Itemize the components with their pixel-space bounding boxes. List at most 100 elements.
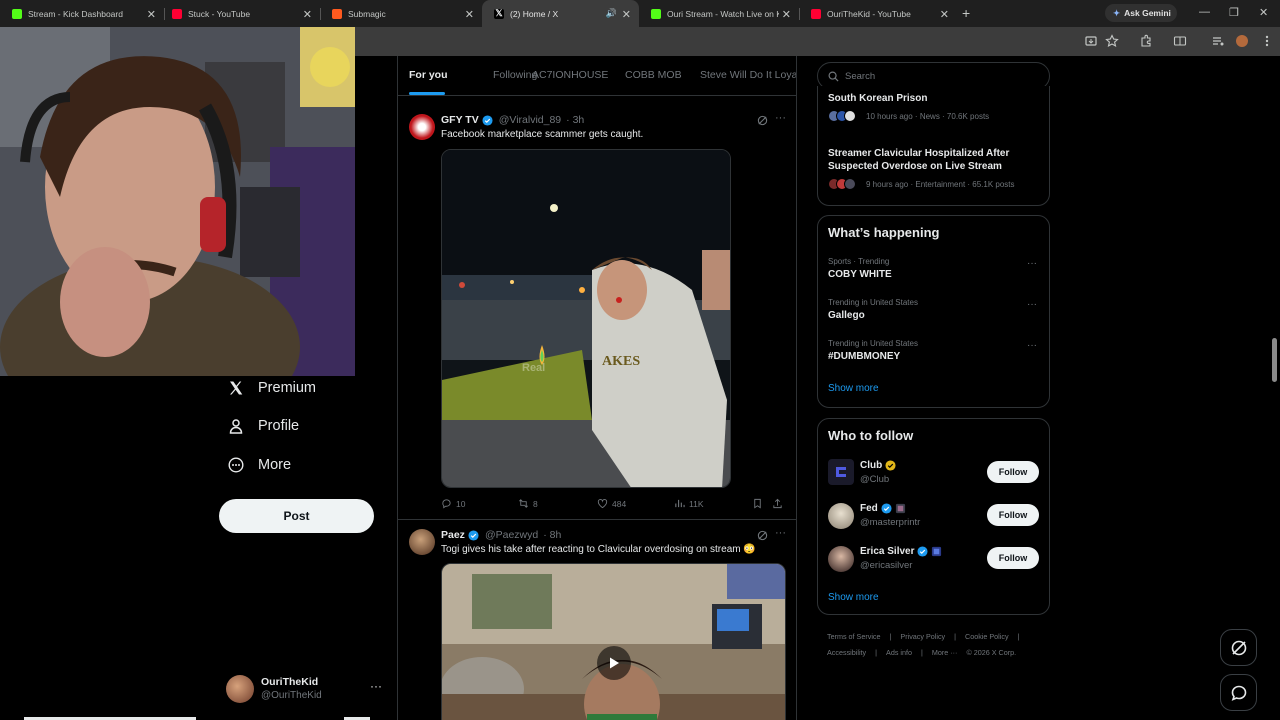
- tweet-video[interactable]: [441, 563, 786, 720]
- reply-button[interactable]: 10: [441, 498, 465, 509]
- footer-separator: |: [1017, 632, 1020, 641]
- news-avatars: [828, 110, 856, 122]
- trend-more-icon[interactable]: ···: [1027, 258, 1037, 269]
- close-tab-icon[interactable]: ✕: [782, 8, 791, 21]
- close-tab-icon[interactable]: ✕: [303, 8, 312, 21]
- like-button[interactable]: 484: [597, 498, 626, 509]
- browser-tab-stuck-youtube[interactable]: Stuck - YouTube ✕: [160, 0, 320, 27]
- suggested-account-name[interactable]: Erica Silver: [860, 546, 942, 557]
- close-tab-icon[interactable]: ✕: [940, 8, 949, 21]
- window-close-button[interactable]: ✕: [1259, 6, 1268, 19]
- restore-button[interactable]: ❐: [1229, 6, 1239, 19]
- webcam-overlay: [0, 27, 355, 376]
- suggested-account-name[interactable]: Fed: [860, 503, 906, 514]
- avatar[interactable]: [828, 546, 854, 572]
- views-button[interactable]: 11K: [674, 498, 704, 509]
- webcam-feed-image: [0, 27, 355, 376]
- grok-icon[interactable]: [757, 115, 768, 126]
- news-item-title[interactable]: Streamer Clavicular Hospitalized After S…: [828, 147, 1043, 173]
- trend-more-icon[interactable]: ···: [1027, 299, 1037, 310]
- more-footer-link[interactable]: More ···: [932, 648, 958, 657]
- extensions-icon[interactable]: [1139, 34, 1153, 48]
- messages-button[interactable]: [1220, 674, 1257, 711]
- follow-button[interactable]: Follow: [987, 461, 1039, 483]
- view-count: 11K: [689, 498, 704, 509]
- footer-separator: |: [954, 632, 957, 641]
- close-tab-icon[interactable]: ✕: [147, 8, 156, 21]
- grok-button[interactable]: [1220, 629, 1257, 666]
- trend-more-icon[interactable]: ···: [1027, 340, 1037, 351]
- browser-profile-avatar[interactable]: [1236, 35, 1248, 47]
- play-button[interactable]: [597, 646, 631, 680]
- suggested-account-handle: @masterprintr: [860, 517, 921, 528]
- share-icon[interactable]: [772, 498, 783, 509]
- close-tab-icon[interactable]: ✕: [622, 8, 631, 21]
- bookmark-icon[interactable]: [752, 498, 763, 509]
- avatar[interactable]: [828, 503, 854, 529]
- suggested-account-name[interactable]: Club: [860, 460, 896, 471]
- news-item-title[interactable]: South Korean Prison: [828, 92, 1038, 105]
- ads-info-link[interactable]: Ads info: [886, 648, 912, 657]
- post-button[interactable]: Post: [219, 499, 374, 533]
- tweet[interactable]: Paez @Paezwyd · 8h ··· Togi gives his ta…: [398, 521, 796, 720]
- new-tab-button[interactable]: +: [962, 5, 970, 21]
- nav-more[interactable]: More: [228, 457, 291, 473]
- tab-following[interactable]: Following: [493, 69, 537, 81]
- footer-separator: |: [889, 632, 892, 641]
- ask-gemini-button[interactable]: ✦ Ask Gemini: [1105, 4, 1177, 22]
- repost-button[interactable]: 8: [518, 498, 538, 509]
- account-switcher[interactable]: OuriTheKid @OuriTheKid ···: [226, 675, 386, 705]
- terms-link[interactable]: Terms of Service: [827, 632, 881, 641]
- browser-menu-icon[interactable]: [1260, 34, 1274, 48]
- feed-tab-bar: For you Following AC7IONHOUSE COBB MOB S…: [398, 56, 796, 96]
- speaker-icon[interactable]: 🔊: [606, 8, 617, 19]
- follow-button[interactable]: Follow: [987, 504, 1039, 526]
- tweet-video[interactable]: AKES Real: [441, 149, 731, 488]
- tweet-more-icon[interactable]: ···: [775, 112, 786, 124]
- search-icon: [828, 71, 839, 82]
- nav-premium[interactable]: Premium: [228, 380, 316, 396]
- tweet-author[interactable]: GFY TV @Viralvid_89 · 3h: [441, 114, 584, 126]
- privacy-link[interactable]: Privacy Policy: [900, 632, 945, 641]
- follow-button[interactable]: Follow: [987, 547, 1039, 569]
- trend-name[interactable]: #DUMBMONEY: [828, 351, 900, 362]
- page-scrollbar[interactable]: [1270, 56, 1280, 720]
- show-more-link[interactable]: Show more: [828, 383, 879, 394]
- suggested-account-handle: @Club: [860, 474, 890, 485]
- show-more-link[interactable]: Show more: [828, 592, 879, 603]
- cookie-link[interactable]: Cookie Policy: [965, 632, 1009, 641]
- footer-separator: |: [921, 648, 923, 657]
- browser-tab-kick-dashboard[interactable]: Stream - Kick Dashboard ✕: [0, 0, 164, 27]
- news-avatars: [828, 178, 856, 190]
- trend-name[interactable]: COBY WHITE: [828, 269, 892, 280]
- club-logo-icon: [836, 467, 846, 477]
- scrollbar-thumb[interactable]: [1272, 338, 1277, 382]
- install-app-icon[interactable]: [1084, 34, 1098, 48]
- split-view-icon[interactable]: [1173, 34, 1187, 48]
- nav-profile[interactable]: Profile: [228, 418, 299, 434]
- browser-tab-submagic[interactable]: Submagic ✕: [320, 0, 482, 27]
- tweet-more-icon[interactable]: ···: [775, 527, 786, 539]
- grok-icon: [1231, 640, 1246, 655]
- close-tab-icon[interactable]: ✕: [465, 8, 474, 21]
- tweet[interactable]: GFY TV @Viralvid_89 · 3h ··· Facebook ma…: [398, 104, 796, 520]
- tweet-author[interactable]: Paez @Paezwyd · 8h: [441, 529, 561, 541]
- bookmark-star-icon[interactable]: [1105, 34, 1119, 48]
- avatar[interactable]: [409, 114, 435, 140]
- tab-for-you[interactable]: For you: [409, 69, 448, 81]
- grok-icon[interactable]: [757, 530, 768, 541]
- tab-ac7ionhouse[interactable]: AC7IONHOUSE: [532, 69, 608, 81]
- avatar[interactable]: [409, 529, 435, 555]
- browser-tab-ourithekid-youtube[interactable]: OuriTheKid - YouTube ✕: [799, 0, 957, 27]
- accessibility-link[interactable]: Accessibility: [827, 648, 866, 657]
- browser-tab-ouri-stream[interactable]: Ouri Stream - Watch Live on Kick ✕: [639, 0, 799, 27]
- trend-name[interactable]: Gallego: [828, 310, 865, 321]
- account-more-icon[interactable]: ···: [370, 679, 382, 693]
- submagic-icon: [332, 8, 342, 19]
- media-controls-icon[interactable]: [1211, 34, 1225, 48]
- minimize-button[interactable]: —: [1199, 6, 1210, 18]
- tab-cobb-mob[interactable]: COBB MOB: [625, 69, 682, 81]
- tab-steve-will-do-it-loyal[interactable]: Steve Will Do It Loyal: [700, 69, 796, 81]
- avatar[interactable]: [828, 459, 854, 485]
- browser-tab-x-home[interactable]: 𝕏 (2) Home / X 🔊 ✕: [482, 0, 639, 27]
